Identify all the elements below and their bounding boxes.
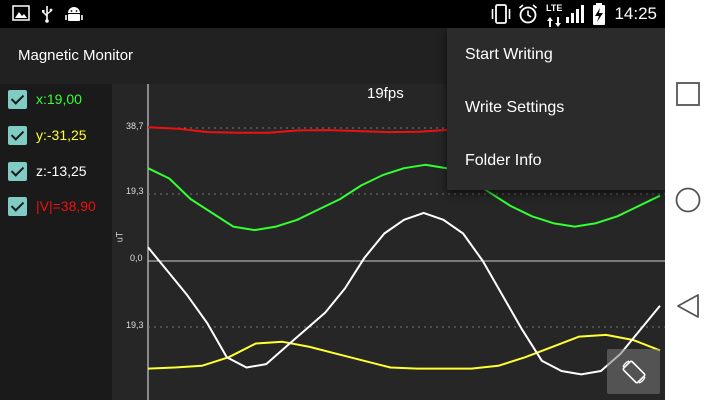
usb-icon — [41, 5, 53, 28]
y-axis-unit: uT — [114, 231, 125, 243]
series-line-z — [147, 211, 661, 376]
navigation-bar — [665, 0, 711, 400]
axis-label-magnitude: |V|=38,90 — [36, 198, 96, 214]
network-type-label: LTE — [546, 3, 563, 13]
rotate-icon — [621, 359, 646, 384]
axis-toggle-y[interactable]: y:-31,25 — [8, 124, 87, 146]
axis-label-y: y:-31,25 — [36, 127, 87, 143]
rotate-screen-button[interactable] — [607, 349, 660, 394]
signal-icon — [566, 5, 588, 28]
checkbox-z[interactable] — [8, 161, 27, 181]
axis-toggle-x[interactable]: x:19,00 — [8, 88, 82, 110]
vibrate-icon — [490, 3, 512, 30]
app-title: Magnetic Monitor — [18, 47, 134, 64]
checkbox-x[interactable] — [8, 89, 27, 109]
menu-item-folder-info[interactable]: Folder Info — [447, 134, 665, 187]
battery-charging-icon — [592, 3, 606, 30]
image-icon — [12, 5, 30, 26]
y-tick-label: 19,3 — [126, 186, 144, 196]
status-bar: LTE 14:25 — [0, 0, 665, 28]
back-triangle-icon — [677, 294, 699, 318]
overflow-menu: Start Writing Write Settings Folder Info — [447, 28, 665, 190]
menu-item-start-writing[interactable]: Start Writing — [447, 28, 665, 81]
menu-item-write-settings[interactable]: Write Settings — [447, 81, 665, 134]
android-debug-icon — [65, 5, 83, 28]
y-tick-label: 38,7 — [126, 121, 144, 131]
fps-counter: 19fps — [367, 85, 404, 102]
axis-toggle-magnitude[interactable]: |V|=38,90 — [8, 195, 96, 217]
axis-checkbox-list: x:19,00 y:-31,25 z:-13,25 |V|=38,90 — [0, 84, 112, 400]
axis-label-z: z:-13,25 — [36, 163, 87, 179]
home-button[interactable] — [675, 187, 701, 213]
y-tick-label: 19,3 — [126, 320, 144, 330]
axis-toggle-z[interactable]: z:-13,25 — [8, 160, 87, 182]
y-tick-label: 0,0 — [130, 253, 143, 263]
clock: 14:25 — [614, 4, 657, 23]
axis-label-x: x:19,00 — [36, 91, 82, 107]
alarm-icon — [517, 3, 539, 30]
recents-square-icon — [676, 82, 700, 106]
back-button[interactable] — [675, 293, 701, 319]
recents-button[interactable] — [675, 81, 701, 107]
checkbox-y[interactable] — [8, 125, 27, 145]
checkbox-magnitude[interactable] — [8, 196, 27, 216]
home-circle-icon — [675, 187, 701, 213]
